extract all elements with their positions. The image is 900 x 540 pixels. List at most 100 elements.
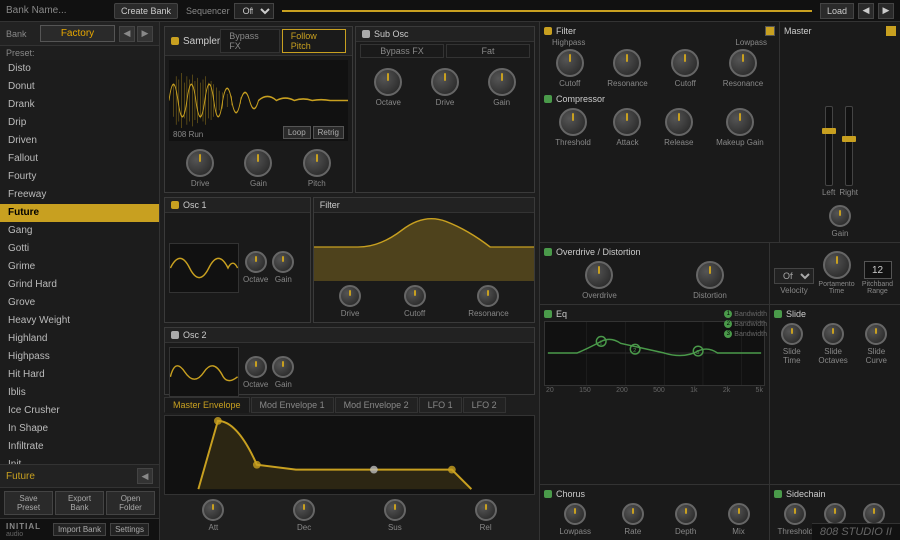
osc2-dot[interactable] [171, 331, 179, 339]
follow-pitch-tab[interactable]: Follow Pitch [282, 29, 346, 53]
preset-item[interactable]: Drip [0, 114, 159, 132]
preset-item[interactable]: Fourty [0, 168, 159, 186]
current-preset-nav[interactable]: ◀ [137, 468, 153, 484]
hp-cutoff-knob[interactable] [556, 49, 584, 77]
makeup-gain-knob[interactable] [726, 108, 754, 136]
sequencer-dropdown[interactable]: Off [234, 3, 274, 19]
preset-item[interactable]: Driven [0, 132, 159, 150]
seq-nav-left[interactable]: ◀ [858, 3, 874, 19]
filter-section-indicator [765, 26, 775, 36]
preset-item[interactable]: Drank [0, 96, 159, 114]
filter-resonance-knob[interactable] [477, 285, 499, 307]
master-envelope-tab[interactable]: Master Envelope [164, 397, 250, 413]
bank-nav-right[interactable]: ▶ [137, 26, 153, 42]
sidechain-reduction-knob[interactable] [863, 503, 885, 525]
import-bank-button[interactable]: Import Bank [53, 523, 106, 536]
sub-gain-knob[interactable] [488, 68, 516, 96]
osc1-gain-knob[interactable] [272, 251, 294, 273]
sub-octave-knob[interactable] [374, 68, 402, 96]
slide-time-knob[interactable] [781, 323, 803, 345]
bank-nav-left[interactable]: ◀ [119, 26, 135, 42]
lp-cutoff-knob[interactable] [671, 49, 699, 77]
chorus-rate-knob[interactable] [622, 503, 644, 525]
mod-envelope-1-tab[interactable]: Mod Envelope 1 [251, 397, 334, 413]
osc2-octave-knob[interactable] [245, 356, 267, 378]
pitch-knob[interactable] [303, 149, 331, 177]
sub-bypass-fx-tab[interactable]: Bypass FX [360, 44, 444, 58]
sustain-knob[interactable] [384, 499, 406, 521]
overdrive-dot [544, 248, 552, 256]
osc1-octave-knob[interactable] [245, 251, 267, 273]
preset-item[interactable]: Grime [0, 258, 159, 276]
distortion-knob[interactable] [696, 261, 724, 289]
bypass-fx-tab[interactable]: Bypass FX [220, 29, 279, 53]
preset-item[interactable]: Freeway [0, 186, 159, 204]
slide-octaves-knob[interactable] [822, 323, 844, 345]
preset-item[interactable]: Gang [0, 222, 159, 240]
left-fader-thumb[interactable] [822, 128, 836, 134]
bank-name-field[interactable]: Bank Name... [6, 5, 106, 16]
threshold-knob[interactable] [559, 108, 587, 136]
gain-knob[interactable] [244, 149, 272, 177]
preset-item[interactable]: Heavy Weight [0, 312, 159, 330]
preset-item[interactable]: Init [0, 456, 159, 464]
preset-item[interactable]: Disto [0, 60, 159, 78]
create-bank-button[interactable]: Create Bank [114, 3, 178, 19]
release-comp-knob[interactable] [665, 108, 693, 136]
load-button[interactable]: Load [820, 3, 854, 19]
settings-button[interactable]: Settings [110, 523, 149, 536]
chorus-lowpass-knob[interactable] [564, 503, 586, 525]
seq-nav-right[interactable]: ▶ [878, 3, 894, 19]
hp-resonance-knob[interactable] [613, 49, 641, 77]
preset-item[interactable]: Grove [0, 294, 159, 312]
preset-item[interactable]: Grind Hard [0, 276, 159, 294]
preset-item[interactable]: Hit Hard [0, 366, 159, 384]
chorus-mix-knob[interactable] [728, 503, 750, 525]
drive-knob[interactable] [186, 149, 214, 177]
right-fader[interactable] [845, 106, 853, 186]
preset-item[interactable]: Highland [0, 330, 159, 348]
preset-item[interactable]: Future [0, 204, 159, 222]
export-bank-button[interactable]: Export Bank [55, 491, 104, 515]
slide-curve-knob[interactable] [865, 323, 887, 345]
lfo-2-tab[interactable]: LFO 2 [463, 397, 506, 413]
osc1-dot[interactable] [171, 201, 179, 209]
mod-envelope-2-tab[interactable]: Mod Envelope 2 [335, 397, 418, 413]
sidechain-release-knob[interactable] [824, 503, 846, 525]
release-knob[interactable] [475, 499, 497, 521]
retrig-button[interactable]: Retrig [313, 126, 344, 139]
preset-item[interactable]: Highpass [0, 348, 159, 366]
preset-item[interactable]: Infiltrate [0, 438, 159, 456]
chorus-depth-knob[interactable] [675, 503, 697, 525]
lp-resonance-knob[interactable] [729, 49, 757, 77]
preset-item[interactable]: In Shape [0, 420, 159, 438]
sub-osc-dot[interactable] [362, 30, 370, 38]
right-fader-thumb[interactable] [842, 136, 856, 142]
sub-drive-knob[interactable] [431, 68, 459, 96]
loop-button[interactable]: Loop [283, 126, 311, 139]
pitchband-value[interactable]: 12 [864, 261, 892, 279]
portamento-knob[interactable] [823, 251, 851, 279]
decay-knob[interactable] [293, 499, 315, 521]
open-folder-button[interactable]: Open Folder [106, 491, 155, 515]
save-preset-button[interactable]: Save Preset [4, 491, 53, 515]
lfo-1-tab[interactable]: LFO 1 [419, 397, 462, 413]
master-gain-knob[interactable] [829, 205, 851, 227]
sidechain-threshold-knob[interactable] [784, 503, 806, 525]
sub-fat-tab[interactable]: Fat [446, 44, 530, 58]
attack-knob[interactable] [202, 499, 224, 521]
factory-selector[interactable]: Factory [40, 25, 115, 42]
attack-comp-knob[interactable] [613, 108, 641, 136]
preset-item[interactable]: Iblis [0, 384, 159, 402]
filter-drive-knob[interactable] [339, 285, 361, 307]
left-fader[interactable] [825, 106, 833, 186]
preset-item[interactable]: Fallout [0, 150, 159, 168]
velocity-dropdown[interactable]: Off [774, 268, 814, 284]
preset-item[interactable]: Donut [0, 78, 159, 96]
preset-item[interactable]: Ice Crusher [0, 402, 159, 420]
sampler-active-dot[interactable] [171, 37, 179, 45]
preset-item[interactable]: Gotti [0, 240, 159, 258]
overdrive-knob[interactable] [585, 261, 613, 289]
osc2-gain-knob[interactable] [272, 356, 294, 378]
filter-cutoff-knob[interactable] [404, 285, 426, 307]
